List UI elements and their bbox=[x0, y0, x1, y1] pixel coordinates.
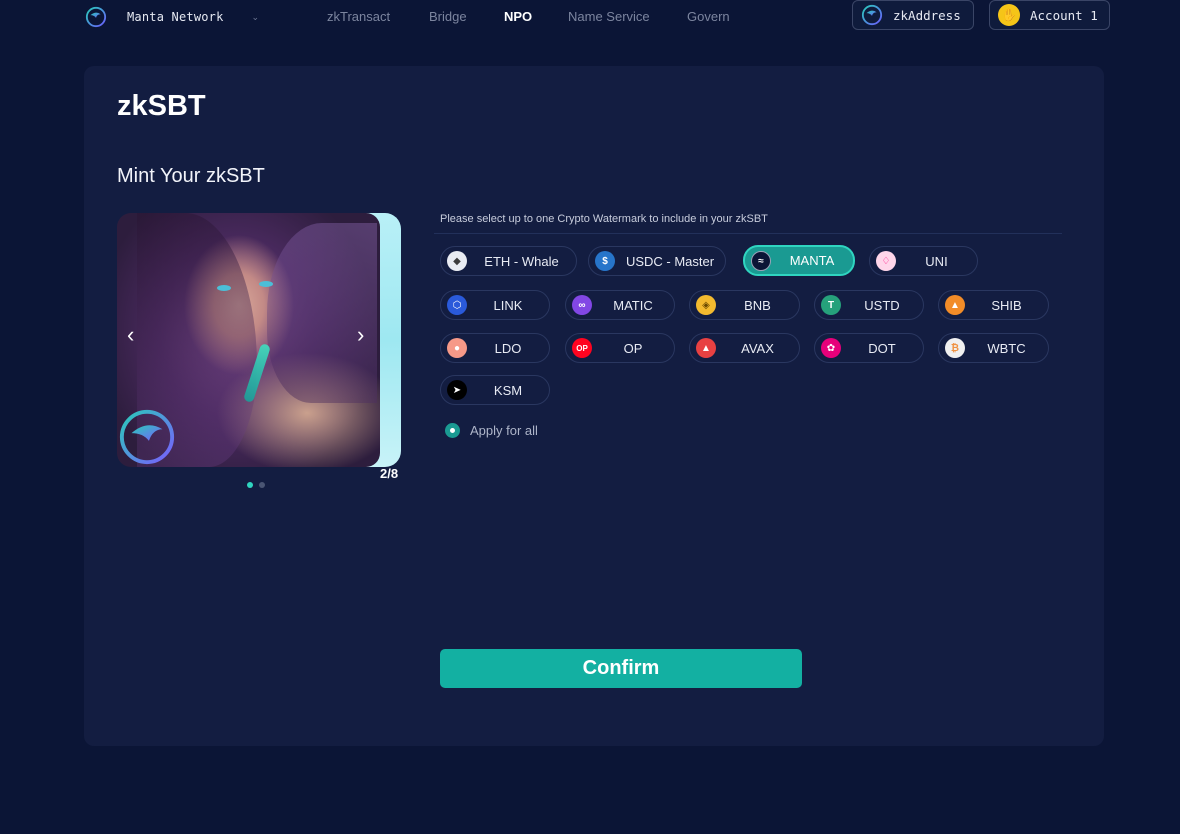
nav-link-bridge[interactable]: Bridge bbox=[429, 9, 467, 24]
eye-shape bbox=[217, 285, 231, 291]
radio-checked-icon[interactable] bbox=[445, 423, 460, 438]
watermark-chip-ksm[interactable]: ➤ KSM bbox=[440, 375, 550, 405]
zksbt-card: zkSBT Mint Your zkSBT ‹ › 2/8 Please sel… bbox=[84, 66, 1104, 746]
chip-label: LDO bbox=[494, 340, 522, 356]
prev-arrow-icon[interactable]: ‹ bbox=[127, 324, 134, 346]
manta-logo-icon bbox=[861, 4, 883, 26]
watermark-chip-avax[interactable]: ▲ AVAX bbox=[689, 333, 800, 363]
account-button[interactable]: ✋ Account 1 bbox=[989, 0, 1110, 30]
eye-shape bbox=[259, 281, 273, 287]
watermark-chip-shib[interactable]: ▲ SHIB bbox=[938, 290, 1049, 320]
nav-link-npo[interactable]: NPO bbox=[504, 9, 532, 24]
chip-label: UNI bbox=[925, 253, 948, 269]
chip-label: USDC - Master bbox=[625, 253, 715, 269]
chip-label: MANTA bbox=[789, 253, 835, 268]
zkaddress-button[interactable]: zkAddress bbox=[852, 0, 974, 30]
watermark-chip-matic[interactable]: ∞ MATIC bbox=[565, 290, 675, 320]
nav-link-govern[interactable]: Govern bbox=[687, 9, 730, 24]
section-title: Mint Your zkSBT bbox=[117, 165, 265, 187]
chip-label: WBTC bbox=[987, 340, 1026, 356]
carousel-counter: 2/8 bbox=[380, 466, 399, 481]
watermark-caption: Please select up to one Crypto Watermark… bbox=[440, 213, 768, 225]
next-arrow-icon[interactable]: › bbox=[357, 324, 364, 346]
watermark-chip-uni[interactable]: ♢ UNI bbox=[869, 246, 978, 276]
chip-label: USTD bbox=[864, 297, 900, 313]
carousel-dot[interactable] bbox=[259, 482, 265, 488]
chip-label: KSM bbox=[493, 382, 523, 398]
watermark-chip-op[interactable]: OP OP bbox=[565, 333, 675, 363]
nav-link-zktransact[interactable]: zkTransact bbox=[327, 9, 390, 24]
divider bbox=[434, 233, 1062, 234]
account-label: Account 1 bbox=[1030, 7, 1098, 23]
chip-label: BNB bbox=[744, 297, 771, 313]
watermark-chip-ldo[interactable]: ● LDO bbox=[440, 333, 550, 363]
carousel-dot[interactable] bbox=[247, 482, 253, 488]
chip-label: LINK bbox=[493, 297, 523, 313]
zkaddress-label: zkAddress bbox=[893, 7, 961, 23]
wallet-avatar-icon: ✋ bbox=[998, 4, 1020, 26]
watermark-chip-eth[interactable]: ◆ ETH - Whale bbox=[440, 246, 577, 276]
avatar-image bbox=[117, 213, 380, 467]
chip-label: OP bbox=[623, 340, 643, 356]
watermark-chip-ustd[interactable]: T USTD bbox=[814, 290, 924, 320]
manta-watermark-icon bbox=[119, 409, 175, 465]
chip-label: SHIB bbox=[991, 297, 1022, 313]
hair-shape bbox=[267, 223, 377, 403]
watermark-chip-bnb[interactable]: ◈ BNB bbox=[689, 290, 800, 320]
page-title: zkSBT bbox=[117, 90, 206, 122]
chip-label: DOT bbox=[868, 340, 896, 356]
watermark-chip-link[interactable]: ⬡ LINK bbox=[440, 290, 550, 320]
watermark-chip-usdc[interactable]: $ USDC - Master bbox=[588, 246, 726, 276]
avatar-carousel: ‹ › 2/8 bbox=[117, 212, 401, 481]
apply-for-all-radio[interactable]: Apply for all bbox=[445, 423, 538, 438]
chip-label: MATIC bbox=[613, 297, 653, 313]
watermark-chip-wbtc[interactable]: ₿ WBTC bbox=[938, 333, 1049, 363]
carousel-dots bbox=[247, 482, 265, 488]
watermark-chip-manta[interactable]: ≈ MANTA bbox=[743, 245, 855, 276]
confirm-button[interactable]: Confirm bbox=[440, 649, 802, 688]
chip-label: AVAX bbox=[741, 340, 774, 356]
chip-label: ETH - Whale bbox=[484, 253, 559, 269]
apply-for-all-label: Apply for all bbox=[470, 423, 538, 438]
watermark-chip-dot[interactable]: ✿ DOT bbox=[814, 333, 924, 363]
nav-link-name-service[interactable]: Name Service bbox=[568, 9, 650, 24]
top-nav: Manta Network ⌄ zkTransact Bridge NPO Na… bbox=[0, 0, 1180, 40]
